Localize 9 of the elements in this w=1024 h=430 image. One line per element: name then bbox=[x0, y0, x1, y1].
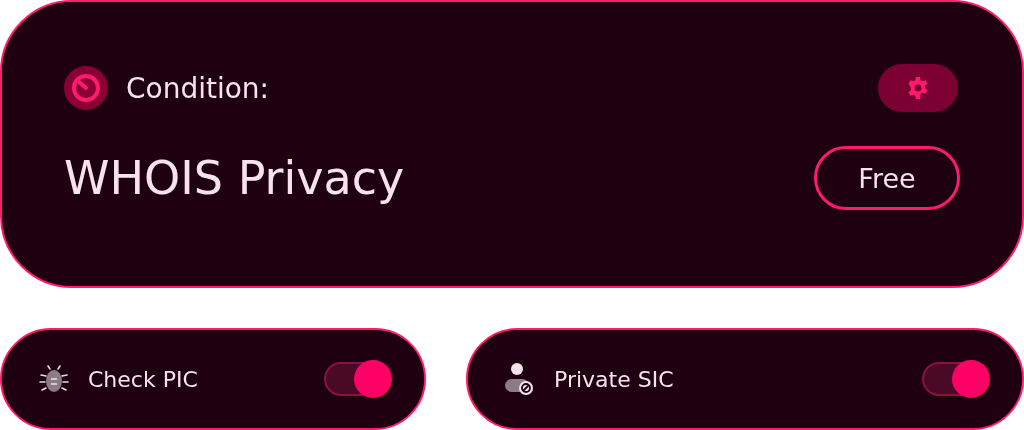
toggle-label: Check PIC bbox=[88, 366, 198, 392]
condition-title: WHOIS Privacy bbox=[64, 151, 405, 205]
price-badge: Free bbox=[814, 146, 960, 210]
user-blocked-icon bbox=[504, 362, 536, 396]
settings-button[interactable] bbox=[878, 64, 958, 112]
timer-icon bbox=[64, 66, 108, 110]
toggle-label: Private SIC bbox=[554, 366, 674, 392]
settings-icon bbox=[906, 76, 930, 100]
condition-label: Condition: bbox=[126, 71, 270, 105]
